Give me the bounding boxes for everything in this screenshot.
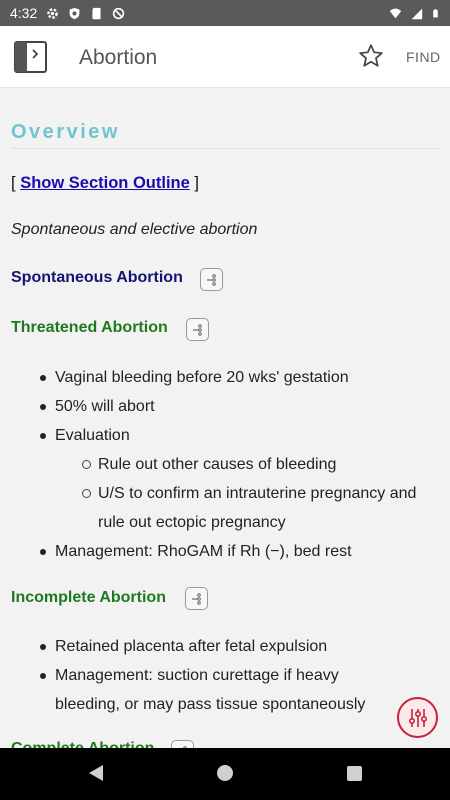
system-navigation-bar — [0, 748, 450, 800]
sub-list-item: U/S to confirm an intrauterine pregnancy… — [81, 479, 438, 537]
adjust-settings-button[interactable] — [397, 697, 438, 738]
signal-icon — [411, 8, 423, 19]
wifi-icon — [389, 8, 402, 18]
incomplete-bullet-list: Retained placenta after fetal expulsion … — [38, 632, 393, 719]
heading-incomplete-abortion: Incomplete Abortion — [11, 589, 166, 606]
show-section-outline-link[interactable]: Show Section Outline — [20, 174, 190, 192]
status-bar: 4:32 — [0, 0, 450, 26]
list-item: Evaluation Rule out other causes of blee… — [38, 421, 438, 537]
heading-threatened-abortion: Threatened Abortion — [11, 319, 168, 336]
status-time: 4:32 — [10, 5, 38, 21]
no-sync-icon — [113, 7, 125, 19]
sd-card-icon — [92, 7, 101, 19]
recent-apps-icon[interactable] — [347, 766, 362, 781]
outline-bracket-close: ] — [194, 174, 199, 192]
back-icon[interactable] — [88, 764, 104, 782]
outline-tree-icon — [206, 273, 216, 286]
section-divider — [11, 148, 440, 149]
page-subtitle: Spontaneous and elective abortion — [11, 221, 258, 238]
content-area[interactable]: Overview [ Show Section Outline ] Sponta… — [0, 88, 450, 748]
list-item-text: Evaluation — [55, 427, 130, 444]
battery-icon — [433, 8, 438, 17]
list-item: Vaginal bleeding before 20 wks' gestatio… — [38, 363, 438, 392]
list-item: Retained placenta after fetal expulsion — [38, 632, 393, 661]
evaluation-sub-list: Rule out other causes of bleeding U/S to… — [81, 450, 438, 537]
subsection-outline-button[interactable] — [200, 268, 223, 291]
heading-complete-abortion: Complete Abortion — [11, 740, 154, 748]
list-item: Management: RhoGAM if Rh (−), bed rest — [38, 537, 438, 566]
list-item: 50% will abort — [38, 392, 438, 421]
page-title: Abortion — [79, 46, 158, 69]
app-bar: Abortion FIND — [0, 26, 450, 88]
find-button[interactable]: FIND — [406, 49, 441, 65]
subsection-outline-button[interactable] — [185, 587, 208, 610]
star-icon[interactable] — [358, 43, 384, 69]
sliders-icon — [408, 708, 427, 727]
outline-tree-icon — [191, 592, 201, 605]
home-icon[interactable] — [217, 765, 233, 781]
section-title: Overview — [11, 121, 120, 143]
threatened-bullet-list: Vaginal bleeding before 20 wks' gestatio… — [38, 363, 438, 566]
section-outline-line: [ Show Section Outline ] — [11, 174, 199, 193]
book-outline-icon[interactable] — [14, 41, 47, 73]
subsection-outline-button[interactable] — [171, 740, 194, 748]
sub-list-item: Rule out other causes of bleeding — [81, 450, 438, 479]
subsection-outline-button[interactable] — [186, 318, 209, 341]
shield-icon — [69, 7, 80, 19]
gear-icon — [47, 7, 59, 19]
outline-tree-icon — [192, 323, 202, 336]
heading-spontaneous-abortion: Spontaneous Abortion — [11, 269, 183, 286]
list-item: Management: suction curettage if heavy b… — [38, 661, 393, 719]
outline-bracket-open: [ — [11, 174, 16, 192]
